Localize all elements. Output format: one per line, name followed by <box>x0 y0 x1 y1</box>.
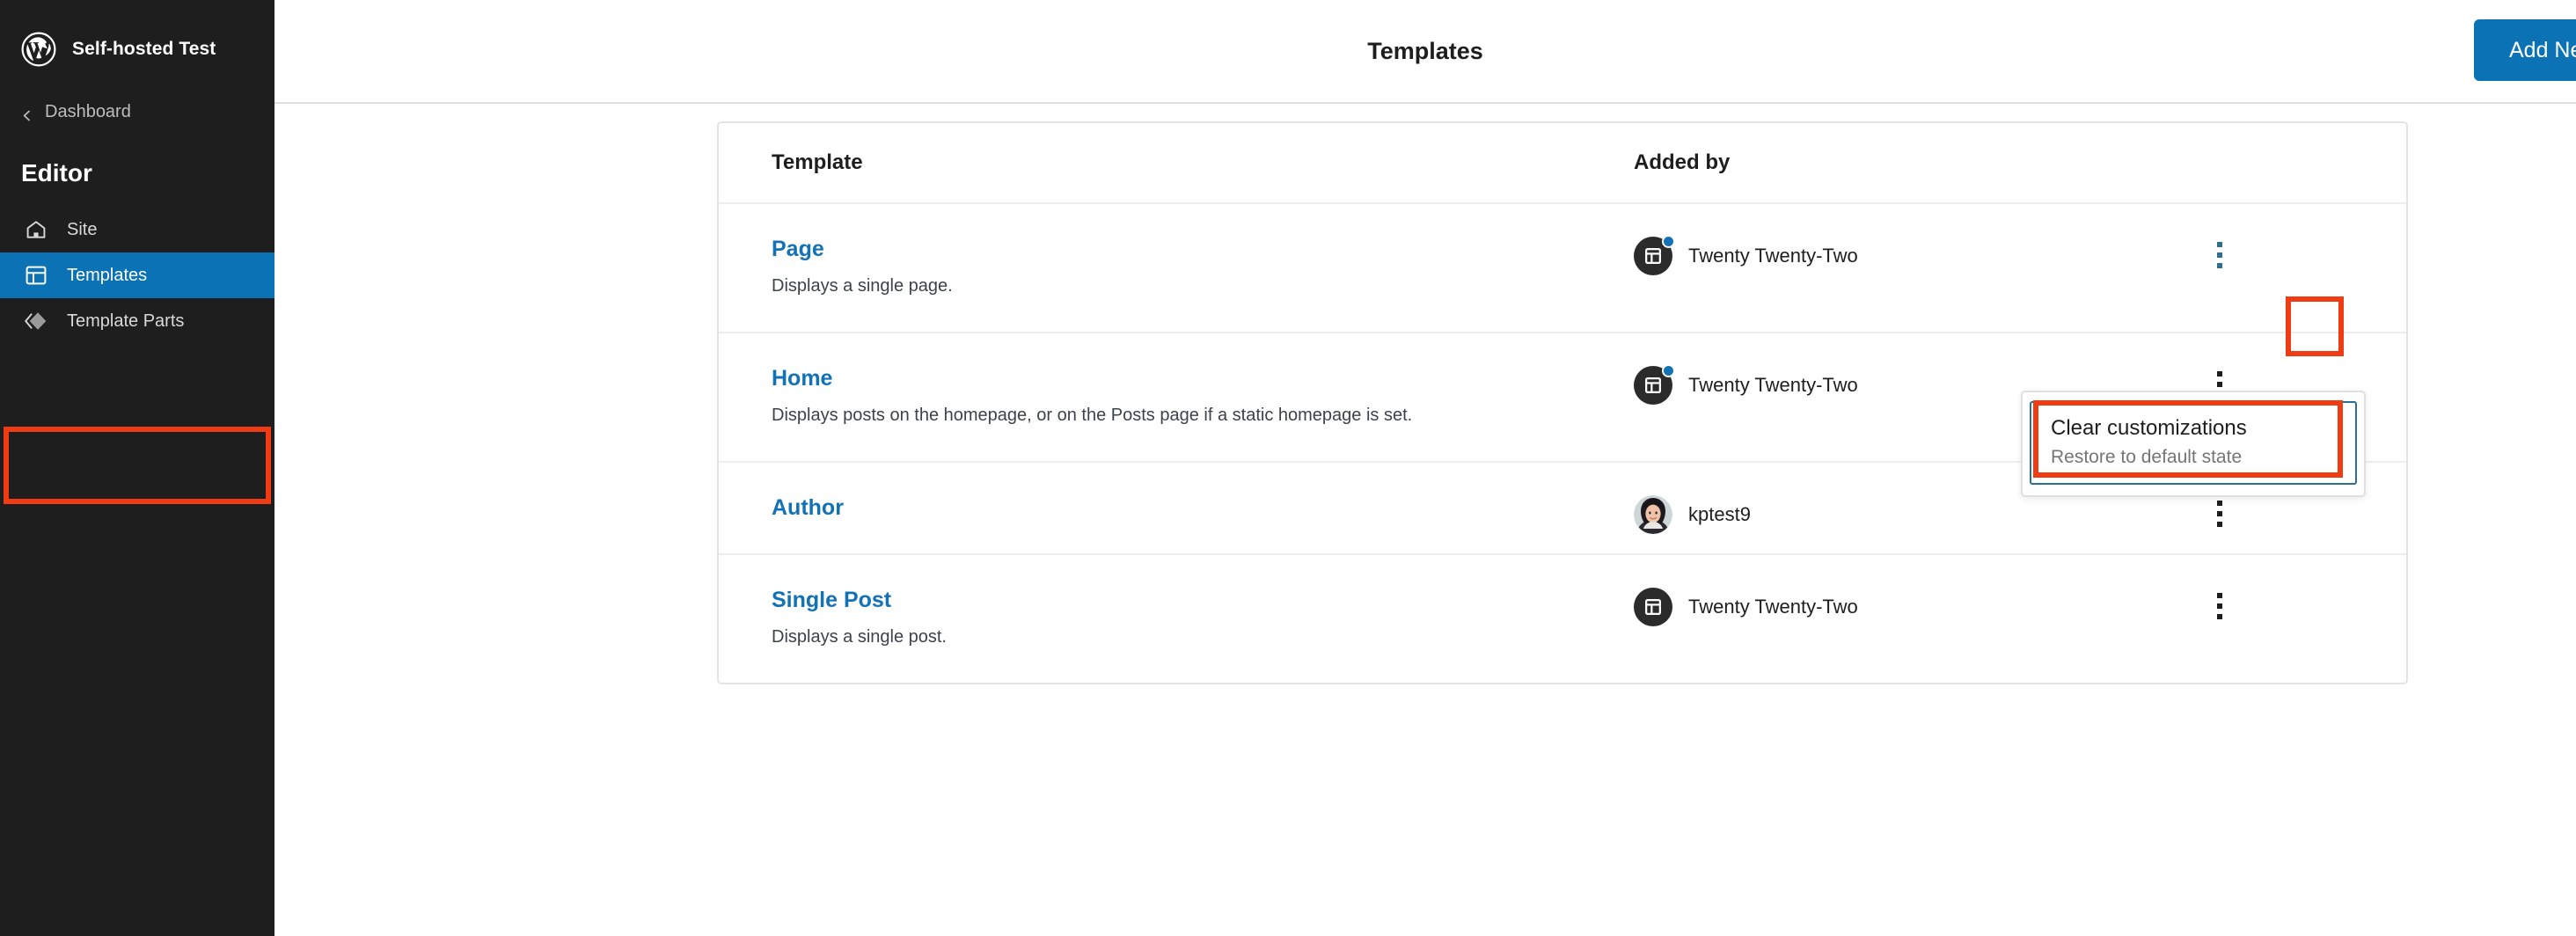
table-header-row: Template Added by <box>719 123 2406 204</box>
added-by-name: Twenty Twenty-Two <box>1688 596 1858 618</box>
sidebar-section-heading: Editor <box>21 159 92 186</box>
added-by-name: Twenty Twenty-Two <box>1688 245 1858 267</box>
customized-badge-dot <box>1662 235 1675 248</box>
added-by-cell: Twenty Twenty-Two <box>1634 204 2197 275</box>
theme-layout-icon <box>1634 588 1672 626</box>
back-to-dashboard-link[interactable]: Dashboard <box>0 102 274 122</box>
editor-sidebar: Self-hosted Test Dashboard Editor Site T… <box>0 0 274 936</box>
avatar <box>1634 495 1672 534</box>
sidebar-brand-title: Self-hosted Test <box>72 39 216 59</box>
added-by-name: kptest9 <box>1688 503 1751 525</box>
back-to-dashboard-label: Dashboard <box>45 102 131 121</box>
add-new-button[interactable]: Add New <box>2474 19 2576 81</box>
site-editor-screen: Self-hosted Test Dashboard Editor Site T… <box>0 0 2576 936</box>
template-description: Displays posts on the homepage, or on th… <box>772 406 1413 425</box>
table-row: Page Displays a single page. Twenty Twen… <box>719 204 2406 333</box>
column-header-added-by: Added by <box>1634 150 1731 174</box>
avatar <box>1634 364 1675 405</box>
menu-item-label: Clear customizations <box>2051 416 2247 440</box>
user-photo <box>1634 495 1672 534</box>
template-link-home[interactable]: Home <box>772 366 832 391</box>
menu-item-clear-customizations[interactable]: Clear customizations Restore to default … <box>2030 401 2357 486</box>
customized-badge-dot <box>1662 364 1675 377</box>
template-part-icon <box>25 310 48 333</box>
template-description: Displays a single post. <box>772 627 947 647</box>
chevron-left-icon <box>21 106 33 121</box>
kebab-menu-icon-page[interactable] <box>2197 232 2243 278</box>
template-description: Displays a single page. <box>772 276 953 296</box>
sidebar-item-label-site: Site <box>67 219 98 239</box>
home-icon <box>25 218 48 241</box>
template-link-page[interactable]: Page <box>772 237 824 262</box>
template-cell: Author <box>719 463 1634 553</box>
layout-icon <box>25 264 48 287</box>
sidebar-item-templates[interactable]: Templates <box>0 252 274 298</box>
page-header: Templates Add New <box>274 0 2576 104</box>
wordpress-logo-icon <box>21 32 56 67</box>
row-actions-dropdown: Clear customizations Restore to default … <box>2021 391 2366 498</box>
kebab-menu-icon-author[interactable] <box>2197 491 2243 537</box>
template-link-author[interactable]: Author <box>772 495 844 521</box>
page-title: Templates <box>1367 38 1483 64</box>
template-cell: Page Displays a single page. <box>719 204 1634 332</box>
added-by-name: Twenty Twenty-Two <box>1688 374 1858 396</box>
avatar <box>1634 235 1675 275</box>
sidebar-item-label-template-parts: Template Parts <box>67 311 185 331</box>
menu-item-sublabel: Restore to default state <box>2051 447 2243 467</box>
sidebar-item-template-parts[interactable]: Template Parts <box>0 298 274 344</box>
sidebar-item-label-templates: Templates <box>67 265 148 285</box>
template-cell: Home Displays posts on the homepage, or … <box>719 333 1634 461</box>
avatar <box>1634 588 1672 626</box>
kebab-menu-icon-single-post[interactable] <box>2197 583 2243 629</box>
column-header-template: Template <box>772 150 863 174</box>
template-cell: Single Post Displays a single post. <box>719 555 1634 683</box>
template-link-single-post[interactable]: Single Post <box>772 588 891 613</box>
table-row: Single Post Displays a single post. Twen… <box>719 555 2406 683</box>
row-actions-cell <box>2197 204 2353 278</box>
sidebar-brand[interactable]: Self-hosted Test <box>0 0 274 67</box>
row-actions-cell <box>2197 555 2353 629</box>
added-by-cell: Twenty Twenty-Two <box>1634 555 2197 626</box>
sidebar-item-site[interactable]: Site <box>0 207 274 252</box>
